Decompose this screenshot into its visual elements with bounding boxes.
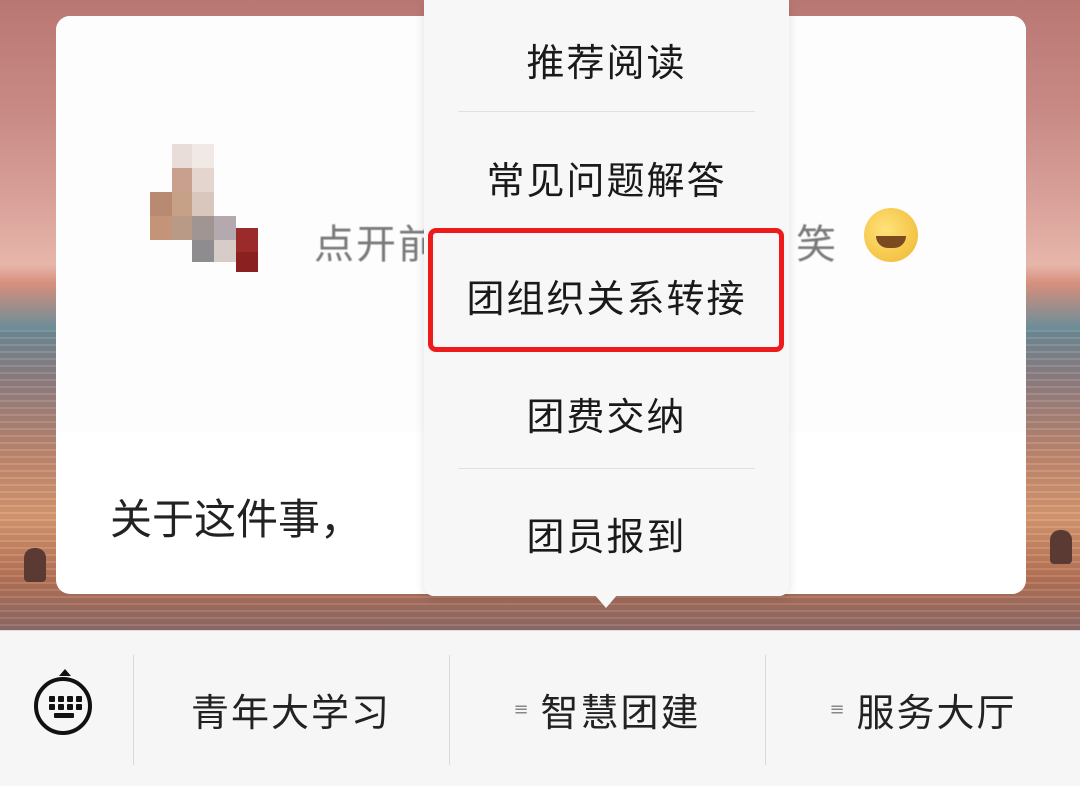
- menu-item-label: 团费交纳: [526, 394, 687, 439]
- menu-item-faq[interactable]: 常见问题解答: [424, 118, 789, 236]
- caret-up-icon: [59, 669, 71, 676]
- menu-divider: [458, 111, 755, 112]
- tab-label: 青年大学习: [190, 690, 391, 735]
- menu-item-dues-payment[interactable]: 团费交纳: [424, 354, 789, 472]
- swimmer-left: [24, 548, 46, 582]
- highlight-box: [428, 228, 784, 352]
- tab-service-hall[interactable]: ≡ 服务大厅: [766, 661, 1080, 757]
- menu-divider: [458, 468, 755, 469]
- tab-label: 智慧团建: [540, 690, 701, 735]
- tab-smart-league[interactable]: ≡ 智慧团建: [450, 661, 764, 757]
- swimmer-right: [1050, 530, 1072, 564]
- pixelated-avatar: [150, 144, 260, 272]
- menu-item-label: 团员报到: [526, 514, 687, 559]
- cover-text-right: 笑: [796, 222, 836, 268]
- keyboard-toggle-button[interactable]: [30, 669, 102, 741]
- article-title: 关于这件事，: [110, 495, 363, 544]
- menu-item-recommended-reading[interactable]: 推荐阅读: [424, 0, 789, 118]
- bottom-menu-bar: 青年大学习 ≡ 智慧团建 ≡ 服务大厅: [0, 630, 1080, 786]
- submenu-icon: ≡: [829, 698, 845, 720]
- popup-arrow: [594, 594, 618, 608]
- keyboard-icon: [34, 677, 92, 735]
- menu-item-member-registration[interactable]: 团员报到: [424, 474, 789, 592]
- menu-item-label: 常见问题解答: [486, 158, 727, 203]
- cover-text-left: 点开前: [314, 222, 440, 268]
- submenu-icon: ≡: [513, 698, 529, 720]
- menu-item-label: 推荐阅读: [526, 40, 687, 85]
- tab-label: 服务大厅: [856, 690, 1017, 735]
- tab-youth-study[interactable]: 青年大学习: [134, 661, 448, 757]
- laughing-emoji-icon: [864, 208, 918, 262]
